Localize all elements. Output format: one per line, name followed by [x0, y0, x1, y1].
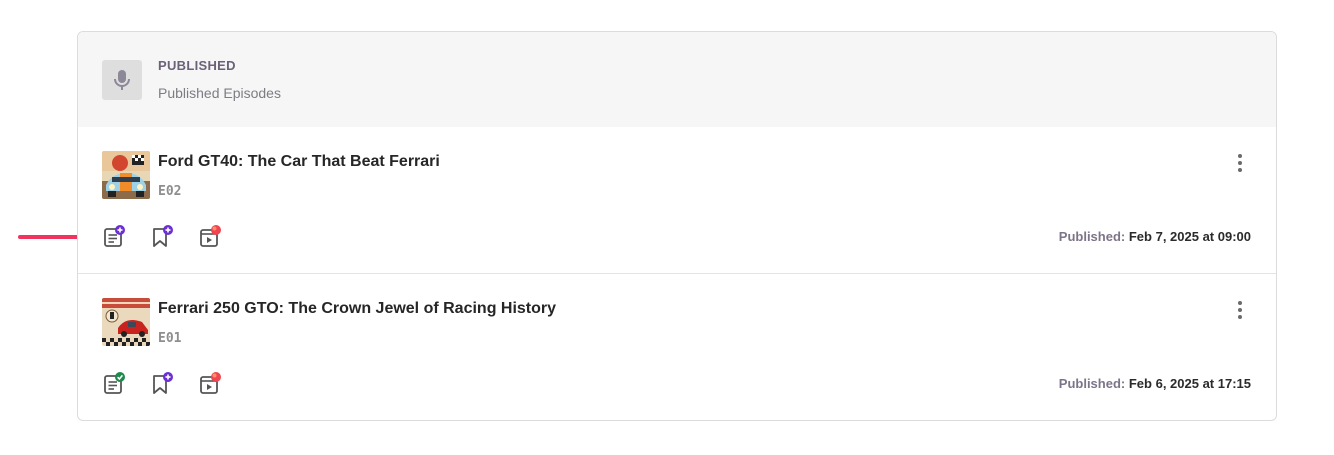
published-value: Feb 6, 2025 at 17:15: [1128, 376, 1251, 391]
episode-thumbnail[interactable]: [102, 298, 150, 346]
add-transcript-icon[interactable]: [102, 225, 126, 249]
episode-actions: [102, 225, 222, 249]
episode-row: Ferrari 250 GTO: The Crown Jewel of Raci…: [78, 274, 1276, 420]
transcript-done-icon[interactable]: [102, 372, 126, 396]
episode-actions: [102, 372, 222, 396]
episode-title[interactable]: Ford GT40: The Car That Beat Ferrari: [158, 153, 440, 171]
more-options-icon[interactable]: [1230, 298, 1250, 322]
published-date: Published: Feb 7, 2025 at 09:00: [1059, 229, 1251, 244]
published-value: Feb 7, 2025 at 09:00: [1128, 229, 1251, 244]
published-date: Published: Feb 6, 2025 at 17:15: [1059, 376, 1251, 391]
section-subtitle: Published Episodes: [158, 85, 281, 101]
section-title: PUBLISHED: [158, 58, 236, 73]
published-episodes-card: PUBLISHED Published Episodes Ford GT40: …: [77, 31, 1277, 421]
episode-title[interactable]: Ferrari 250 GTO: The Crown Jewel of Raci…: [158, 300, 556, 318]
episode-thumbnail[interactable]: [102, 151, 150, 199]
add-chapter-bookmark-icon[interactable]: [150, 372, 174, 396]
video-icon[interactable]: [198, 225, 222, 249]
add-chapter-bookmark-icon[interactable]: [150, 225, 174, 249]
video-icon[interactable]: [198, 372, 222, 396]
published-label: Published:: [1058, 229, 1126, 244]
episode-row: Ford GT40: The Car That Beat Ferrari E02: [78, 127, 1276, 274]
published-label: Published:: [1058, 376, 1126, 391]
episode-code: E02: [158, 184, 182, 199]
episode-code: E01: [158, 331, 182, 346]
card-header: PUBLISHED Published Episodes: [78, 32, 1276, 127]
more-options-icon[interactable]: [1230, 151, 1250, 175]
microphone-icon: [102, 60, 142, 100]
